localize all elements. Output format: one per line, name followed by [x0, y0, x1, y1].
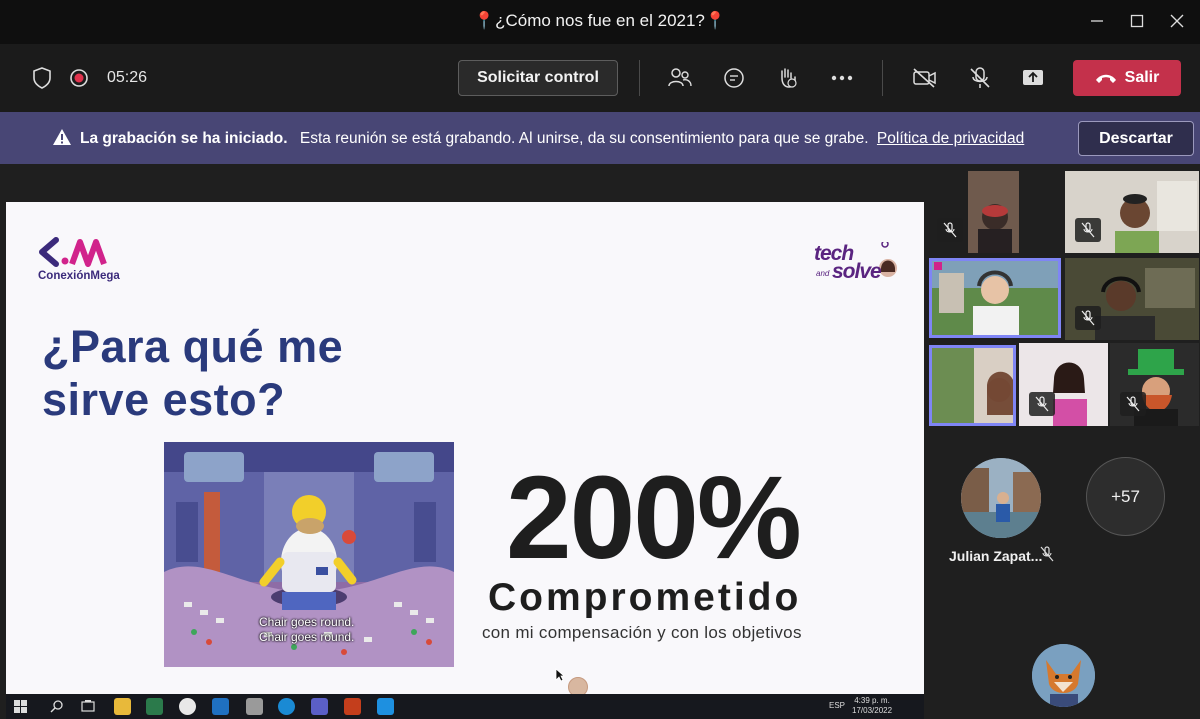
recording-icon	[68, 44, 90, 112]
taskbar-time: 4:39 p. m.	[854, 696, 890, 705]
participant-video[interactable]	[968, 171, 1019, 253]
toolbar-divider	[882, 60, 883, 96]
slide-subtitle: con mi compensación y con los objetivos	[482, 623, 802, 642]
taskbar-clock[interactable]: 4:39 p. m. 17/03/2022	[852, 696, 892, 716]
toolbar-divider	[639, 60, 640, 96]
banner-title: La grabación se ha iniciado.	[80, 130, 288, 147]
maximize-icon	[1130, 14, 1144, 28]
maximize-button[interactable]	[1122, 8, 1152, 36]
tech-and-solve-wordmark: solve	[832, 260, 882, 283]
participant-video-speaking[interactable]	[929, 345, 1016, 426]
tech-and-solve-wordmark: and	[816, 269, 830, 278]
windows-taskbar: ESP 4:39 p. m. 17/03/2022	[6, 694, 924, 719]
meeting-timer: 05:26	[107, 69, 148, 86]
raise-hand-icon[interactable]	[775, 44, 801, 112]
file-explorer-icon[interactable]	[114, 698, 131, 715]
conexion-mega-wordmark: ConexiónMega	[38, 270, 120, 282]
window-title: 📍¿Cómo nos fue en el 2021?📍	[473, 11, 727, 30]
mic-off-icon[interactable]	[967, 44, 993, 112]
meeting-toolbar: 05:26 Solicitar control Salir	[0, 44, 1200, 112]
close-icon	[1170, 14, 1184, 28]
homer-simpson-gif: Chair goes round. Chair goes round.	[164, 442, 454, 667]
participant-video-speaking[interactable]	[929, 258, 1061, 338]
app-icon[interactable]	[246, 698, 263, 715]
calculator-icon[interactable]	[146, 698, 163, 715]
chrome-icon[interactable]	[179, 698, 196, 715]
taskbar-date: 17/03/2022	[852, 706, 893, 715]
app-icon[interactable]	[377, 698, 394, 715]
powerpoint-icon[interactable]	[344, 698, 361, 715]
shared-slide: ConexiónMega tech and solve ¿Para qué me…	[6, 202, 924, 694]
banner-text: La grabación se ha iniciado. Esta reunió…	[80, 130, 1024, 148]
muted-mic-icon	[1029, 392, 1055, 416]
committed-word: Comprometido	[488, 576, 802, 619]
gif-caption: Chair goes round.	[259, 630, 355, 644]
muted-mic-icon	[1120, 392, 1146, 416]
muted-mic-icon	[1075, 218, 1101, 242]
gif-caption: Chair goes round.	[259, 615, 355, 629]
recording-banner: La grabación se ha iniciado. Esta reunió…	[0, 112, 1200, 164]
self-avatar[interactable]	[1032, 644, 1095, 707]
phone-hangup-icon	[1095, 74, 1116, 83]
presenter-avatar	[568, 677, 588, 694]
chat-icon[interactable]	[721, 44, 747, 112]
language-indicator[interactable]: ESP	[829, 701, 845, 710]
big-percentage: 200%	[506, 452, 802, 584]
more-options-icon[interactable]	[830, 44, 854, 112]
privacy-policy-link[interactable]: Política de privacidad	[877, 130, 1024, 147]
muted-mic-icon	[937, 218, 963, 242]
minimize-button[interactable]	[1082, 8, 1112, 36]
muted-mic-icon	[1075, 306, 1101, 330]
task-view-icon[interactable]	[81, 700, 95, 713]
shield-icon[interactable]	[30, 44, 54, 112]
dismiss-button[interactable]: Descartar	[1078, 121, 1194, 156]
slide-headline: ¿Para qué me sirve esto?	[42, 321, 344, 425]
camera-off-icon[interactable]	[911, 44, 939, 112]
request-control-button[interactable]: Solicitar control	[458, 60, 618, 96]
banner-message: Esta reunión se está grabando. Al unirse…	[299, 130, 869, 147]
leave-button[interactable]: Salir	[1073, 60, 1181, 96]
participants-icon[interactable]	[666, 44, 694, 112]
participant-avatar[interactable]	[961, 458, 1041, 538]
pin-indicator	[934, 262, 942, 270]
participant-name: Julian Zapat...	[949, 548, 1043, 564]
title-bar: 📍¿Cómo nos fue en el 2021?📍	[0, 0, 1200, 44]
leave-label: Salir	[1124, 69, 1160, 86]
warning-icon	[52, 128, 72, 151]
search-icon[interactable]	[50, 700, 63, 713]
close-button[interactable]	[1162, 8, 1192, 36]
share-screen-icon[interactable]	[1020, 44, 1046, 112]
more-participants-button[interactable]: +57	[1086, 457, 1165, 536]
muted-mic-icon	[1040, 546, 1054, 567]
windows-start-icon[interactable]	[14, 700, 27, 713]
outlook-icon[interactable]	[212, 698, 229, 715]
edge-icon[interactable]	[278, 698, 295, 715]
teams-icon[interactable]	[311, 698, 328, 715]
minimize-icon	[1091, 20, 1103, 22]
mouse-cursor-icon	[555, 668, 565, 682]
